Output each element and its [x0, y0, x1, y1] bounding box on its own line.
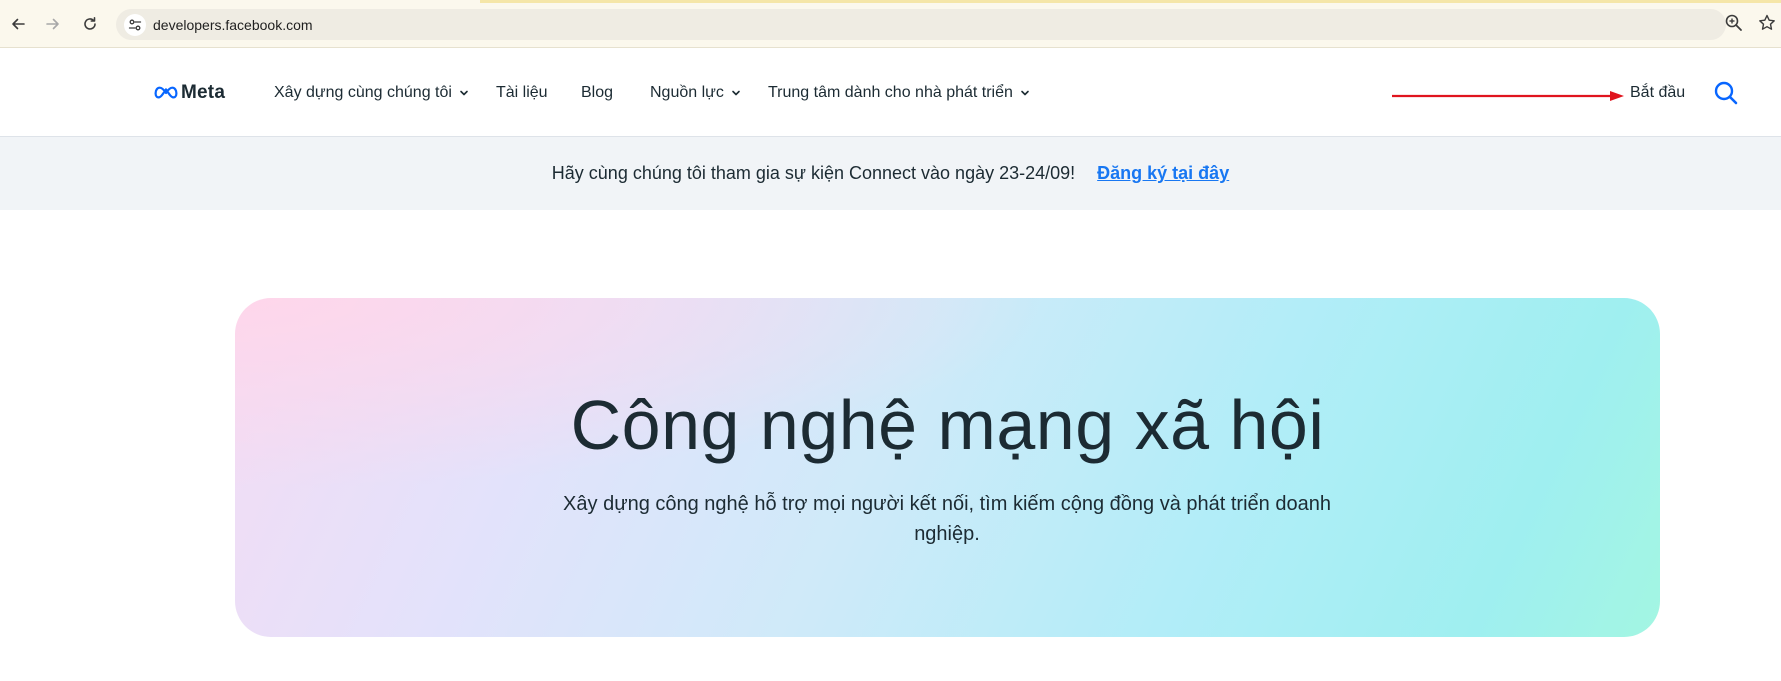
forward-button[interactable] [41, 12, 65, 36]
meta-infinity-icon [154, 86, 178, 99]
register-link[interactable]: Đăng ký tại đây [1097, 163, 1229, 184]
get-started-link[interactable]: Bắt đầu [1630, 84, 1685, 102]
chevron-down-icon [460, 90, 468, 96]
announcement-banner: Hãy cùng chúng tôi tham gia sự kiện Conn… [0, 137, 1781, 210]
site-settings-icon [128, 19, 142, 31]
back-arrow-icon [12, 18, 25, 30]
search-icon [1714, 81, 1738, 105]
search-button[interactable] [1713, 80, 1739, 106]
tab-strip-accent [480, 0, 1781, 3]
nav-blog[interactable]: Blog [581, 84, 613, 102]
zoom-button[interactable] [1724, 13, 1746, 35]
hero-subtitle: Xây dựng công nghệ hỗ trợ mọi người kết … [563, 493, 1331, 545]
logo-text: Meta [181, 82, 226, 103]
reload-icon [84, 17, 96, 30]
nav-label: Blog [581, 84, 614, 101]
zoom-icon [1725, 14, 1742, 31]
annotation-arrow [1392, 91, 1624, 101]
hero-title: Công nghệ mạng xã hội [570, 386, 1325, 464]
nav-build-with-us[interactable]: Xây dựng cùng chúng tôi [274, 84, 469, 102]
meta-logo[interactable]: Meta [154, 82, 225, 104]
back-button[interactable] [6, 12, 30, 36]
url-text[interactable]: developers.facebook.com [153, 17, 313, 33]
address-bar[interactable]: developers.facebook.com [116, 9, 1726, 40]
nav-resources[interactable]: Nguồn lực [650, 84, 741, 102]
nav-label: Tài liệu [496, 84, 548, 101]
bookmark-button[interactable] [1757, 13, 1779, 35]
hero-card: Công nghệ mạng xã hội Xây dựng công nghệ… [235, 298, 1660, 637]
reload-button[interactable] [78, 12, 102, 36]
browser-toolbar: developers.facebook.com [0, 0, 1781, 48]
nav-label: Nguồn lực [650, 84, 724, 101]
chevron-down-icon [732, 90, 740, 96]
nav-docs[interactable]: Tài liệu [496, 84, 548, 102]
chevron-down-icon [1021, 90, 1029, 96]
nav-label: Xây dựng cùng chúng tôi [274, 84, 452, 101]
banner-text: Hãy cùng chúng tôi tham gia sự kiện Conn… [551, 163, 1076, 183]
nav-label: Trung tâm dành cho nhà phát triển [768, 84, 1013, 101]
bookmark-star-icon [1759, 14, 1775, 30]
nav-developer-center[interactable]: Trung tâm dành cho nhà phát triển [768, 84, 1030, 102]
forward-arrow-icon [46, 18, 59, 30]
site-settings-button[interactable] [124, 14, 146, 36]
